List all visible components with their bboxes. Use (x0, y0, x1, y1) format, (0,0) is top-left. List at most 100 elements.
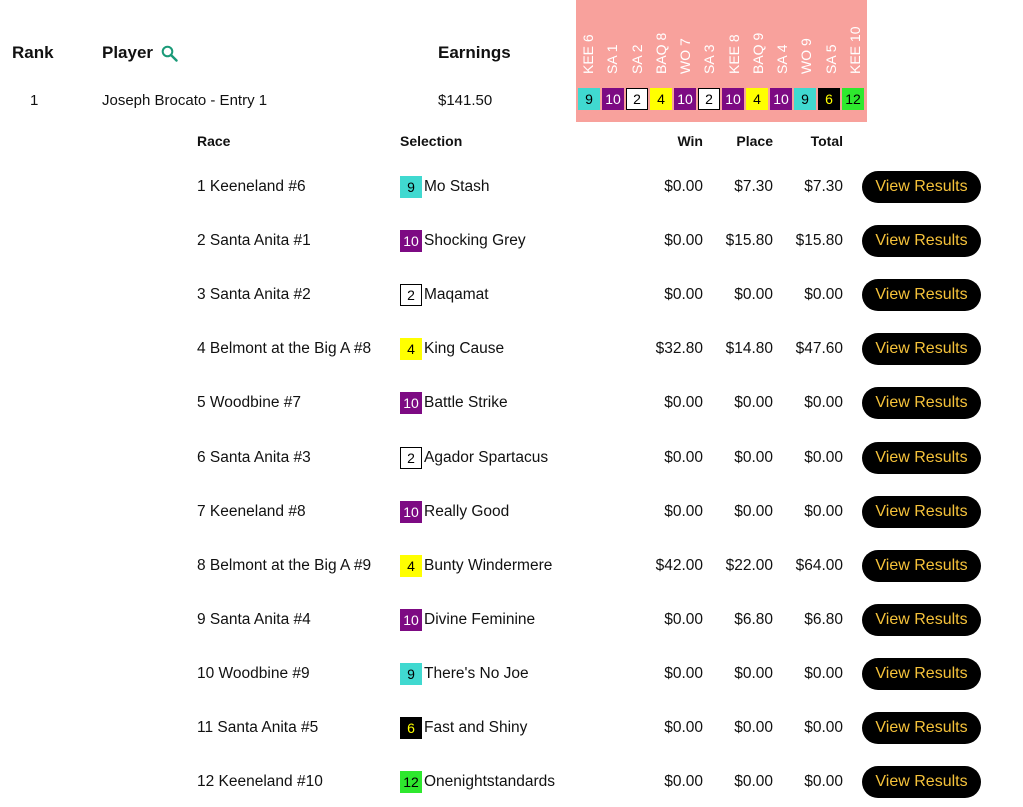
table-row: 12 Keeneland #10 12 Onenightstandards $0.00… (0, 766, 1023, 799)
win-amount: $0.00 (664, 178, 703, 195)
view-results-button[interactable]: View Results (862, 333, 981, 366)
race-name: 12 Keeneland #10 (197, 773, 323, 791)
program-number: 4 (400, 338, 422, 361)
place-amount: $0.00 (734, 773, 773, 791)
view-results-button[interactable]: View Results (862, 549, 981, 582)
total-amount: $0.00 (804, 286, 843, 304)
table-row: 2 Santa Anita #1 10 Shocking Grey $0.00 $15.… (0, 225, 1023, 258)
race-code-label: WO 9 (798, 38, 815, 74)
race-name: 8 Belmont at the Big A #9 (197, 556, 372, 574)
view-results-button[interactable]: View Results (862, 441, 981, 474)
program-number: 12 (400, 771, 422, 794)
race-code-label: KEE 6 (580, 34, 597, 74)
strip-program-number: 10 (674, 88, 696, 110)
strip-program-number: 9 (794, 88, 816, 110)
total-amount: $0.00 (804, 719, 843, 736)
program-number: 10 (400, 500, 422, 523)
race-code: KEE 6 (576, 0, 600, 80)
race-name: 3 Santa Anita #2 (197, 286, 311, 304)
race-code-label: SA 1 (604, 44, 621, 74)
win-amount: $0.00 (664, 502, 703, 520)
race-code-label: SA 5 (822, 44, 839, 74)
selection: 4 King Cause (400, 333, 504, 365)
race-name: 6 Santa Anita #3 (197, 448, 311, 466)
table-row: 9 Santa Anita #4 10 Divine Feminine $0.00 $6… (0, 603, 1023, 636)
place-column-header: Place (736, 133, 773, 149)
view-results-button[interactable]: View Results (862, 495, 981, 528)
place-amount: $0.00 (734, 719, 773, 736)
race-name: 4 Belmont at the Big A #8 (197, 340, 372, 358)
win-amount: $0.00 (664, 232, 703, 250)
win-column-header: Win (677, 133, 703, 149)
view-results-button[interactable]: View Results (862, 171, 981, 203)
win-amount: $0.00 (664, 719, 703, 736)
player-header-label: Player (102, 43, 154, 62)
race-code: WO 9 (794, 0, 818, 80)
strip-program-number: 9 (578, 88, 600, 110)
race-code-label: BAQ 8 (652, 32, 669, 74)
total-amount: $0.00 (804, 502, 843, 520)
view-results-button[interactable]: View Results (862, 712, 981, 744)
program-number: 2 (400, 284, 422, 307)
place-amount: $0.00 (734, 448, 773, 466)
selection: 4 Bunty Windermere (400, 550, 552, 582)
view-results-button[interactable]: View Results (862, 279, 981, 312)
horse-name: King Cause (424, 340, 505, 358)
race-code: SA 4 (770, 0, 794, 80)
selection: 6 Fast and Shiny (400, 712, 527, 744)
place-amount: $7.30 (734, 178, 773, 195)
total-amount: $47.60 (795, 340, 843, 358)
place-amount: $0.00 (734, 286, 773, 304)
strip-program-number: 10 (722, 88, 744, 110)
selection: 2 Maqamat (400, 279, 489, 311)
race-code-header: KEE 6 SA 1 SA 2 BAQ 8 WO 7 SA 3 KEE 8 BAQ 9 SA 4… (576, 0, 867, 80)
win-amount: $0.00 (664, 448, 703, 466)
race-name: 1 Keeneland #6 (197, 178, 306, 195)
win-amount: $0.00 (664, 664, 703, 682)
view-results-button[interactable]: View Results (862, 603, 981, 636)
selection: 12 Onenightstandards (400, 766, 555, 798)
race-name: 11 Santa Anita #5 (197, 719, 319, 736)
race-column-header: Race (197, 133, 231, 149)
race-code-label: BAQ 9 (749, 32, 766, 74)
selection: 10 Battle Strike (400, 387, 508, 419)
race-code: SA 2 (625, 0, 649, 80)
program-number: 6 (400, 717, 422, 739)
strip-program-number: 10 (602, 88, 624, 110)
strip-program-number: 4 (650, 88, 672, 110)
strip-program-number: 6 (818, 88, 840, 110)
race-code: SA 3 (697, 0, 721, 80)
view-results-button[interactable]: View Results (862, 225, 981, 258)
table-row: 4 Belmont at the Big A #8 4 King Cause $32.… (0, 333, 1023, 366)
view-results-button[interactable]: View Results (862, 387, 981, 420)
earnings-header: Earnings (438, 43, 511, 62)
program-number: 4 (400, 554, 422, 577)
win-amount: $42.00 (655, 556, 703, 574)
player-rank: 1 (30, 92, 39, 109)
table-row: 1 Keeneland #6 9 Mo Stash $0.00 $7.30 $7.30 Vi… (0, 171, 1023, 203)
player-name[interactable]: Joseph Brocato - Entry 1 (102, 92, 267, 109)
total-amount: $7.30 (804, 178, 843, 195)
place-amount: $0.00 (734, 394, 773, 412)
race-name: 2 Santa Anita #1 (197, 232, 311, 250)
strip-program-number: 10 (770, 88, 792, 110)
total-amount: $6.80 (804, 610, 843, 628)
win-amount: $32.80 (655, 340, 703, 358)
race-code-label: WO 7 (677, 38, 694, 74)
program-number: 10 (400, 392, 422, 415)
horse-name: There's No Joe (424, 664, 529, 682)
win-amount: $0.00 (664, 773, 703, 791)
total-amount: $64.00 (795, 556, 843, 574)
search-icon[interactable] (161, 45, 178, 62)
rank-header: Rank (12, 43, 54, 62)
horse-name: Divine Feminine (424, 610, 536, 628)
win-amount: $0.00 (664, 394, 703, 412)
win-amount: $0.00 (664, 286, 703, 304)
selection-strip: 9 10 2 4 10 2 10 4 10 9 6 12 (576, 80, 867, 122)
view-results-button[interactable]: View Results (862, 766, 981, 799)
race-code-label: SA 4 (774, 44, 791, 74)
view-results-button[interactable]: View Results (862, 657, 981, 690)
table-row: 8 Belmont at the Big A #9 4 Bunty Winderme… (0, 549, 1023, 582)
program-number: 9 (400, 662, 422, 685)
strip-program-number: 12 (842, 88, 864, 110)
